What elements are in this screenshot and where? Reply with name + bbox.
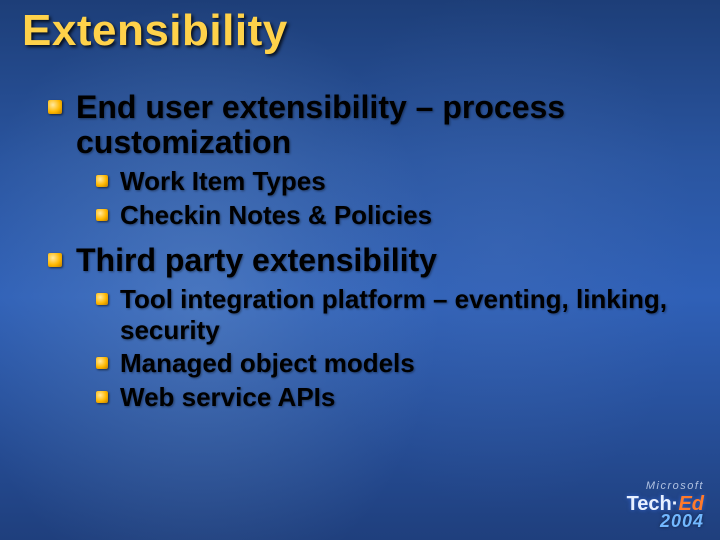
slide: Extensibility End user extensibility – p… xyxy=(0,0,720,540)
bullet-text: Checkin Notes & Policies xyxy=(120,200,690,231)
bullet-level2: Checkin Notes & Policies xyxy=(96,200,690,231)
bullet-level2: Web service APIs xyxy=(96,382,690,413)
bullet-text: Managed object models xyxy=(120,348,690,379)
bullet-icon xyxy=(96,357,108,369)
bullet-level2: Work Item Types xyxy=(96,166,690,197)
bullet-text: Tool integration platform – eventing, li… xyxy=(120,284,690,346)
bullet-icon xyxy=(96,209,108,221)
bullet-level2: Tool integration platform – eventing, li… xyxy=(96,284,690,346)
slide-title: Extensibility xyxy=(22,6,288,56)
bullet-text: Web service APIs xyxy=(120,382,690,413)
bullet-level1: End user extensibility – process customi… xyxy=(48,90,690,160)
footer-branding: Microsoft Tech·Ed 2004 xyxy=(627,481,704,530)
bullet-text: Work Item Types xyxy=(120,166,690,197)
bullet-icon xyxy=(48,253,62,267)
bullet-icon xyxy=(48,100,62,114)
company-label: Microsoft xyxy=(627,481,704,492)
bullet-text: End user extensibility – process customi… xyxy=(76,90,690,160)
bullet-icon xyxy=(96,391,108,403)
bullet-level1: Third party extensibility xyxy=(48,243,690,278)
bullet-text: Third party extensibility xyxy=(76,243,690,278)
bullet-icon xyxy=(96,293,108,305)
bullet-level2: Managed object models xyxy=(96,348,690,379)
content-area: End user extensibility – process customi… xyxy=(48,90,690,415)
bullet-icon xyxy=(96,175,108,187)
